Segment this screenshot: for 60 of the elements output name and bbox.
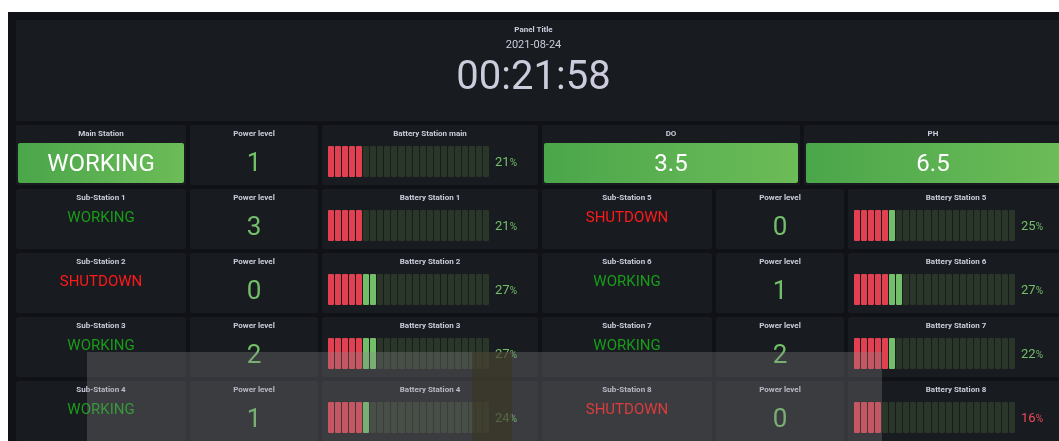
panel-title: Power level: [758, 192, 802, 202]
panel-title: Power level: [232, 320, 276, 330]
panel-title: PH: [926, 128, 940, 138]
status-value: WORKING: [67, 402, 135, 417]
panel-title: Power level: [758, 320, 802, 330]
panel-title: Battery Station 7: [924, 320, 988, 330]
panel-title: Sub-Station 8: [601, 384, 653, 394]
power-value: 1: [246, 404, 262, 431]
panel-title: Sub-Station 1: [75, 192, 127, 202]
gauge-value: 3.5: [544, 143, 798, 183]
panel-title: Power level: [232, 128, 276, 138]
panel-title: Battery Station 3: [398, 320, 462, 330]
panel-title: Sub-Station 5: [601, 192, 653, 202]
percent-reading: 16%: [1021, 411, 1043, 424]
panel-title: Sub-Station 4: [75, 384, 127, 394]
percent-reading: 21%: [495, 155, 517, 168]
panel-title: Battery Station 6: [924, 256, 988, 266]
status-value: WORKING: [593, 274, 661, 289]
panel-title: Battery Station 2: [398, 256, 462, 266]
percent-reading: 22%: [1021, 347, 1043, 360]
panel-title: DO: [664, 128, 678, 138]
percent-reading: 27%: [495, 347, 517, 360]
panel-title: Power level: [758, 384, 802, 394]
panel-title: Power level: [232, 256, 276, 266]
power-value: 3: [246, 212, 262, 239]
panel-title: Battery Station 5: [924, 192, 988, 202]
power-value: 1: [772, 276, 788, 303]
panel-title: Power level: [232, 384, 276, 394]
clock-date: 2021-08-24: [505, 39, 562, 50]
percent-reading: 25%: [1021, 219, 1043, 232]
clock-time: 00:21:58: [456, 56, 611, 96]
gauge-value: 6.5: [806, 143, 1059, 183]
panel-title: Battery Station main: [392, 128, 468, 138]
status-value: WORKING: [67, 338, 135, 353]
power-value: 0: [246, 276, 262, 303]
status-value: WORKING: [18, 143, 184, 183]
percent-reading: 27%: [495, 283, 517, 296]
panel-title: Sub-Station 2: [75, 256, 127, 266]
status-value: WORKING: [67, 210, 135, 225]
status-value: WORKING: [593, 338, 661, 353]
power-value: 2: [246, 340, 262, 367]
panel-title: Power level: [232, 192, 276, 202]
percent-reading: 27%: [1021, 283, 1043, 296]
status-value: SHUTDOWN: [59, 274, 143, 289]
power-value: 0: [772, 212, 788, 239]
panel-title: Panel Title: [514, 26, 553, 34]
power-value: 2: [772, 340, 788, 367]
panel-title: Battery Station 4: [398, 384, 462, 394]
panel-title: Sub-Station 3: [75, 320, 127, 330]
panel-title: Sub-Station 7: [601, 320, 653, 330]
status-value: SHUTDOWN: [585, 402, 669, 417]
panel-title: Power level: [758, 256, 802, 266]
panel-title: Battery Station 8: [924, 384, 988, 394]
panel-title: Main Station: [77, 128, 125, 138]
panel-title: Battery Station 1: [398, 192, 462, 202]
panel-title: Sub-Station 6: [601, 256, 653, 266]
power-value: 1: [246, 148, 262, 175]
power-value: 0: [772, 404, 788, 431]
percent-reading: 21%: [495, 219, 517, 232]
status-value: SHUTDOWN: [585, 210, 669, 225]
